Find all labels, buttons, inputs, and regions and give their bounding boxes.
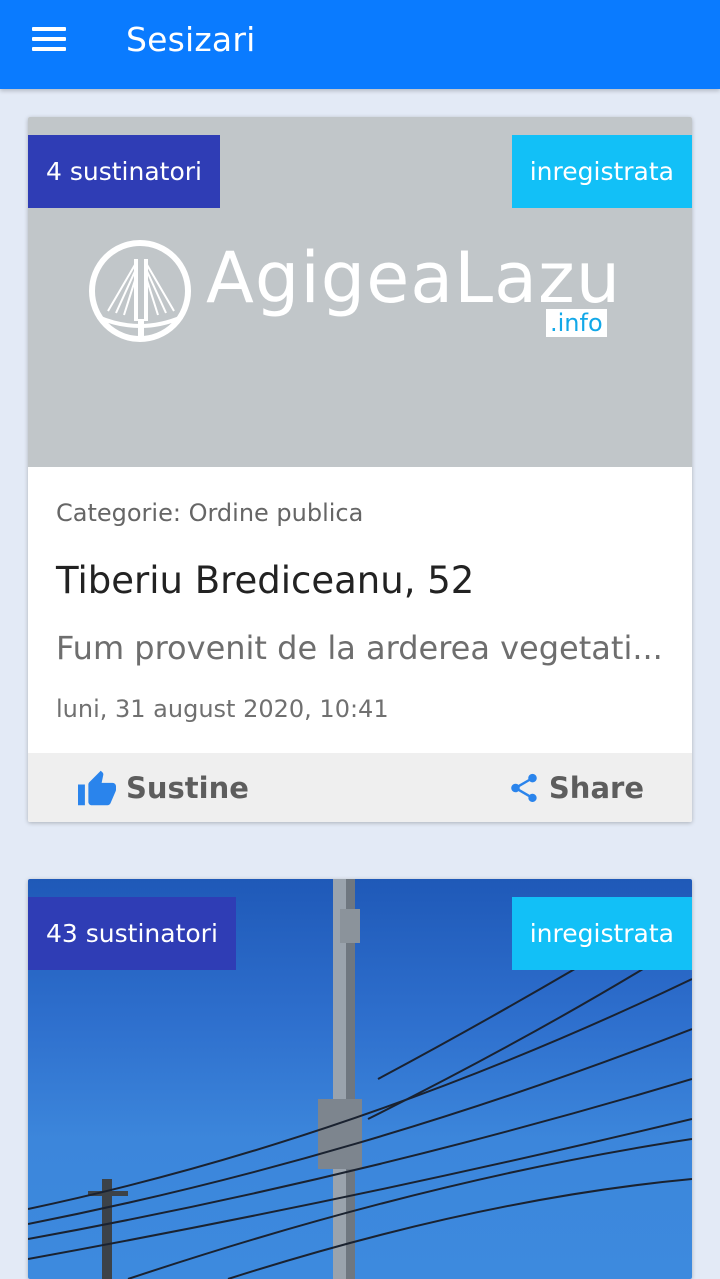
- report-category: Categorie: Ordine publica: [56, 499, 364, 527]
- bridge-logo-icon: [89, 240, 191, 342]
- report-body: Categorie: Ordine publica Tiberiu Bredic…: [28, 467, 692, 753]
- agigealazu-logo: AgigeaLazu .info: [88, 237, 634, 343]
- report-description: Fum provenit de la arderea vegetati...: [56, 629, 663, 667]
- hamburger-menu-icon[interactable]: [32, 27, 66, 53]
- share-icon: [511, 773, 537, 802]
- report-image: AgigeaLazu .info 4 sustinatori inregistr…: [28, 117, 692, 467]
- logo-subtext: .info: [546, 309, 607, 337]
- report-card[interactable]: AgigeaLazu .info 4 sustinatori inregistr…: [28, 117, 692, 822]
- report-date: luni, 31 august 2020, 10:41: [56, 695, 389, 723]
- page-title: Sesizari: [126, 20, 256, 59]
- report-card[interactable]: 43 sustinatori inregistrata: [28, 879, 692, 1279]
- share-button[interactable]: Share: [507, 753, 644, 822]
- app-bar: Sesizari: [0, 0, 720, 89]
- thumbs-up-icon: [78, 770, 116, 805]
- status-badge: inregistrata: [511, 135, 692, 208]
- status-badge: inregistrata: [511, 897, 692, 970]
- logo-text: AgigeaLazu: [206, 237, 622, 319]
- share-label: Share: [548, 770, 644, 805]
- support-label: Sustine: [126, 770, 249, 805]
- supporters-badge: 43 sustinatori: [28, 897, 236, 970]
- supporters-badge: 4 sustinatori: [28, 135, 220, 208]
- support-button[interactable]: Sustine: [76, 753, 249, 822]
- report-title: Tiberiu Brediceanu, 52: [56, 559, 475, 602]
- report-image: 43 sustinatori inregistrata: [28, 879, 692, 1279]
- card-actions: Sustine Share: [28, 753, 692, 822]
